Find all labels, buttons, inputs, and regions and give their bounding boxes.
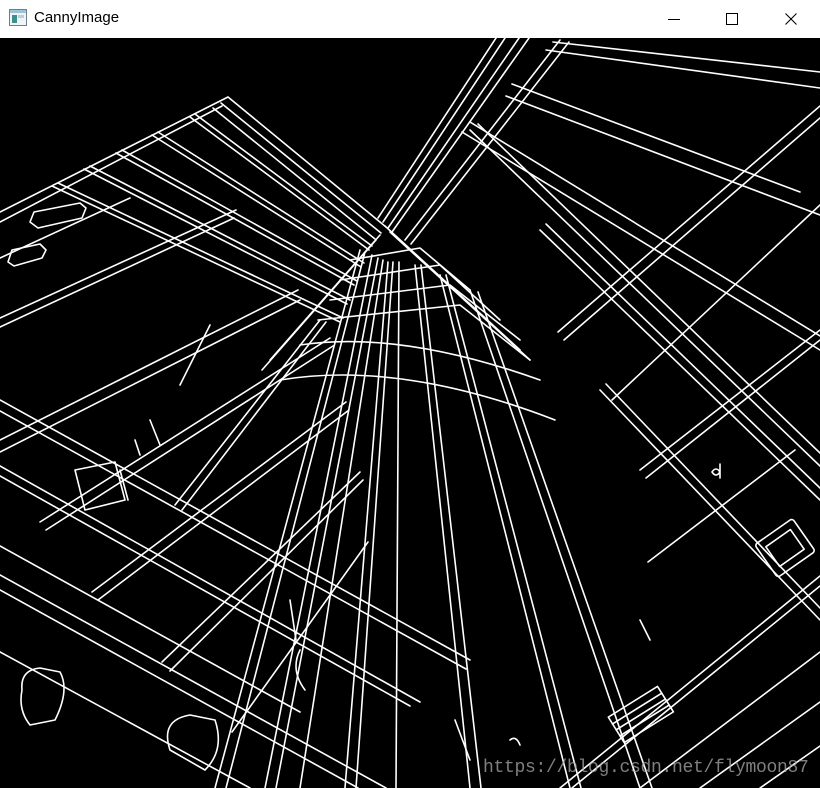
right-facade-descending-lines	[557, 105, 820, 563]
ladder-object	[607, 685, 675, 744]
close-icon	[784, 12, 797, 25]
left-facade-radial-lines	[51, 113, 373, 323]
canny-image-window: CannyImage https://blog.csdn.net/flymoon…	[0, 0, 820, 788]
watermark-text: https://blog.csdn.net/flymoon87	[483, 758, 809, 778]
left-lower-building-lines	[0, 399, 471, 788]
title-bar[interactable]: CannyImage	[0, 0, 820, 38]
close-button[interactable]	[761, 0, 820, 37]
right-facade-floor-lines	[461, 83, 820, 351]
minimize-icon	[668, 13, 680, 25]
window-title: CannyImage	[34, 9, 120, 26]
maximize-button[interactable]	[703, 0, 761, 37]
app-window-icon	[9, 9, 27, 26]
image-canvas: https://blog.csdn.net/flymoon87	[0, 38, 820, 788]
canny-edge-image	[0, 38, 820, 788]
minimize-button[interactable]	[645, 0, 703, 37]
maximize-icon	[726, 12, 738, 25]
right-building-top-edges	[377, 38, 820, 245]
